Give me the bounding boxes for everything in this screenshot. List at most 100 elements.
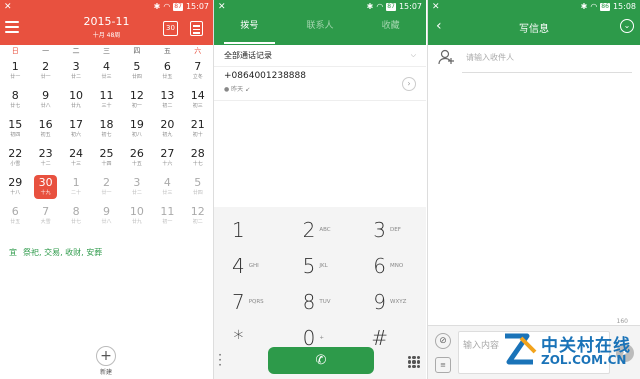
recipient-input[interactable]: 请输入收件人 (466, 52, 514, 63)
new-event-button[interactable]: + (96, 346, 116, 366)
agenda-list-icon[interactable] (190, 21, 203, 36)
lunar-date: 廿七 (71, 219, 82, 225)
lunar-subtitle: 十月 48周 (92, 32, 121, 39)
calendar-day[interactable]: 13 初二 (152, 87, 182, 116)
calendar-day[interactable]: 14 初三 (183, 87, 213, 116)
dialpad-key[interactable]: 9 WXYZ (355, 284, 426, 320)
calendar-day[interactable]: 11 初一 (152, 203, 182, 232)
calendar-day[interactable]: 10 廿九 (122, 203, 152, 232)
more-options-icon[interactable]: · · · (218, 349, 222, 371)
weekday-label: 六 (194, 47, 202, 55)
day-number: 11 (160, 205, 175, 218)
add-contact-icon[interactable] (438, 48, 456, 66)
calendar-day[interactable]: 9 廿八 (91, 203, 121, 232)
month-title[interactable]: 2015-11 (0, 15, 213, 28)
lunar-date: 廿八 (101, 219, 112, 225)
calendar-day-today[interactable]: 30 十九 (30, 174, 60, 203)
dialer-tabs: 拨号 联系人 收藏 (214, 13, 426, 45)
calendar-day[interactable]: 4 廿三 (91, 58, 121, 87)
calendar-day[interactable]: 1 廿一 (0, 58, 30, 87)
calendar-day[interactable]: 20 初九 (152, 116, 182, 145)
calendar-day[interactable]: 5 廿四 (183, 174, 213, 203)
calendar-day[interactable]: 16 初五 (30, 116, 60, 145)
day-number: 18 (99, 118, 114, 131)
call-detail-button[interactable]: › (402, 77, 416, 91)
calendar-day[interactable]: 3 廿二 (122, 174, 152, 203)
calendar-day[interactable]: 27 十六 (152, 145, 182, 174)
calendar-day[interactable]: 12 初二 (183, 203, 213, 232)
calendar-day[interactable]: 23 十二 (30, 145, 60, 174)
calendar-day[interactable]: 26 十五 (122, 145, 152, 174)
dialpad-key[interactable]: 6 MNO (355, 248, 426, 284)
dialpad-key[interactable]: 1 (214, 212, 285, 248)
x-icon: ✕ (218, 1, 226, 12)
tab-contacts[interactable]: 联系人 (285, 13, 356, 45)
calendar-day[interactable]: 2 廿一 (30, 58, 60, 87)
calendar-day[interactable]: 24 十三 (61, 145, 91, 174)
calendar-day[interactable]: 17 初六 (61, 116, 91, 145)
calendar-day[interactable]: 22 小雪 (0, 145, 30, 174)
day-number: 27 (160, 147, 175, 160)
calendar-day[interactable]: 8 廿七 (0, 87, 30, 116)
dialpad-key[interactable]: 2 ABC (285, 212, 356, 248)
calendar-day[interactable]: 1 二十 (61, 174, 91, 203)
chevron-down-icon[interactable]: ⌄ (620, 19, 634, 33)
today-button[interactable]: 30 (163, 21, 178, 36)
day-number: 6 (163, 60, 171, 73)
calendar-day[interactable]: 11 三十 (91, 87, 121, 116)
call-log-entry[interactable]: +0864001238888 ● 昨天 ↙ › (214, 67, 426, 101)
call-button[interactable]: ✆ (268, 347, 374, 374)
lunar-date: 廿四 (192, 190, 203, 196)
calendar-day[interactable]: 5 廿四 (122, 58, 152, 87)
lunar-date: 十五 (131, 161, 142, 167)
lunar-date: 初五 (40, 132, 51, 138)
calendar-day[interactable]: 25 十四 (91, 145, 121, 174)
calendar-day[interactable]: 15 初四 (0, 116, 30, 145)
calendar-day[interactable]: 6 廿五 (0, 203, 30, 232)
day-number: 4 (102, 60, 110, 73)
dialpad-toggle-icon[interactable] (408, 356, 420, 368)
lunar-date: 廿八 (40, 103, 51, 109)
lunar-date: 初四 (10, 132, 21, 138)
tab-dial[interactable]: 拨号 (214, 13, 285, 45)
calendar-day[interactable]: 6 廿五 (152, 58, 182, 87)
lunar-date: 二十 (71, 190, 82, 196)
dialpad-key[interactable]: 4 GHI (214, 248, 285, 284)
calendar-day[interactable]: 18 初七 (91, 116, 121, 145)
dialpad-key[interactable]: 3 DEF (355, 212, 426, 248)
dialpad-key[interactable]: 8 TUV (285, 284, 356, 320)
calendar-day[interactable]: 12 初一 (122, 87, 152, 116)
dialpad-key[interactable]: 5 JKL (285, 248, 356, 284)
lunar-date: 廿二 (131, 190, 142, 196)
calendar-day[interactable]: 2 廿一 (91, 174, 121, 203)
message-input[interactable]: 输入内容 (458, 331, 610, 374)
calendar-day[interactable]: 10 廿九 (61, 87, 91, 116)
calendar-day[interactable]: 3 廿二 (61, 58, 91, 87)
dialer-header: ✕ ✱ ◠ 87 15:07 拨号 联系人 收藏 (214, 0, 426, 45)
calendar-day[interactable]: 21 初十 (183, 116, 213, 145)
send-button[interactable]: ➤ (616, 344, 634, 362)
wifi-icon: ◠ (163, 2, 171, 11)
key-digit: 2 (302, 218, 316, 242)
status-bar: ✕ ✱ ◠ 87 15:07 (214, 0, 426, 13)
lunar-date: 初十 (192, 132, 203, 138)
calendar-day[interactable]: 8 廿七 (61, 203, 91, 232)
calendar-day[interactable]: 4 廿三 (152, 174, 182, 203)
calendar-day[interactable]: 28 十七 (183, 145, 213, 174)
call-log-filter[interactable]: 全部通话记录 ⌵ (214, 45, 426, 67)
calendar-day[interactable]: 7 立冬 (183, 58, 213, 87)
calendar-day[interactable]: 29 十八 (0, 174, 30, 203)
calendar-header: ✕ ✱ ◠ 87 15:07 2015-11 十月 48周 30 (0, 0, 213, 45)
template-icon[interactable]: ≡ (435, 357, 451, 373)
tab-favorites[interactable]: 收藏 (355, 13, 426, 45)
lunar-date: 十六 (162, 161, 173, 167)
lunar-date: 十三 (71, 161, 82, 167)
calendar-day[interactable]: 7 大雪 (30, 203, 60, 232)
calendar-day[interactable]: 19 初八 (122, 116, 152, 145)
wifi-icon: ◠ (376, 2, 384, 11)
day-number: 2 (102, 176, 110, 189)
dialpad-key[interactable]: 7 PQRS (214, 284, 285, 320)
calendar-day[interactable]: 9 廿八 (30, 87, 60, 116)
weekday-label: 日 (11, 47, 19, 55)
attachment-icon[interactable]: ⊘ (435, 333, 451, 349)
